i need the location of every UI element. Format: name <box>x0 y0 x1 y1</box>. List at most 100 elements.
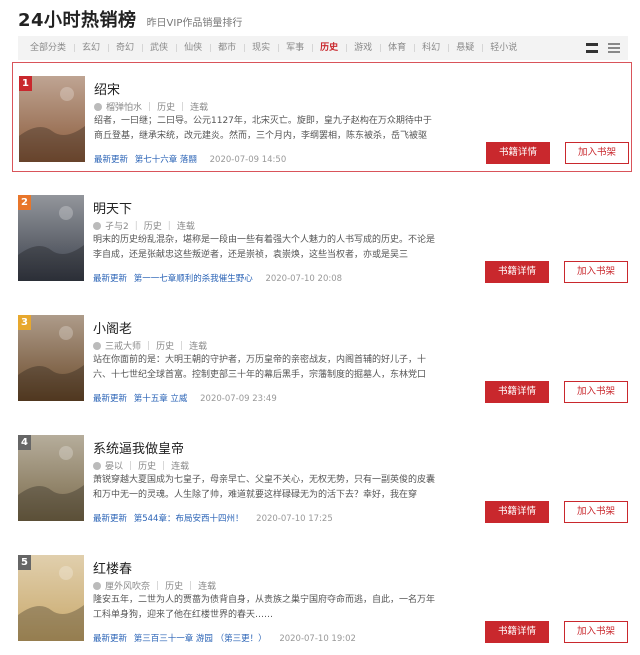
rank-badge: 5 <box>18 555 31 570</box>
update-time: 2020-07-09 14:50 <box>209 155 287 165</box>
category-tab[interactable]: 轻小说 <box>482 36 525 60</box>
book-item[interactable]: 3 小阁老 三戒大师 | 历史 | 连载 站在你面前的是：大明王朝的守护者，万历… <box>12 302 632 412</box>
list-view-icon[interactable] <box>608 43 620 53</box>
book-title[interactable]: 红楼春 <box>93 558 132 577</box>
book-genre[interactable]: 历史 <box>156 339 174 352</box>
add-to-shelf-button[interactable]: 加入书架 <box>564 381 628 403</box>
book-cover[interactable]: 3 <box>18 315 84 401</box>
category-list: 全部分类 玄幻 奇幻 武侠 仙侠 都市 现实 军事 历史 游戏 体育 科幻 悬疑 轻小说 <box>22 36 525 60</box>
book-detail-button[interactable]: 书籍详情 <box>485 501 549 523</box>
category-bar: 全部分类 玄幻 奇幻 武侠 仙侠 都市 现实 军事 历史 游戏 体育 科幻 悬疑 轻小说 <box>18 36 628 60</box>
meta-separator: | <box>189 580 193 591</box>
book-title[interactable]: 绍宋 <box>94 79 120 98</box>
book-title[interactable]: 明天下 <box>93 198 132 217</box>
add-to-shelf-button[interactable]: 加入书架 <box>564 621 628 643</box>
category-tab[interactable]: 全部分类 <box>22 36 74 60</box>
latest-update-label: 最新更新 <box>93 514 128 524</box>
book-item[interactable]: 5 红楼春 厘外风吹奈 | 历史 | 连载 隆安五年，二世为人的贾蔷为债背自身，… <box>12 542 632 652</box>
author-name[interactable]: 厘外风吹奈 <box>105 579 150 592</box>
update-time: 2020-07-10 20:08 <box>265 274 343 284</box>
rank-badge: 3 <box>18 315 31 330</box>
category-tab[interactable]: 都市 <box>210 36 244 60</box>
add-to-shelf-button[interactable]: 加入书架 <box>564 501 628 523</box>
book-genre[interactable]: 历史 <box>157 100 175 113</box>
category-tab[interactable]: 现实 <box>244 36 278 60</box>
rank-badge: 1 <box>19 76 32 91</box>
latest-chapter-link[interactable]: 第七十六章 落翮 <box>135 155 197 165</box>
book-meta: 榴弹怕水 | 历史 | 连载 <box>94 100 208 113</box>
author-icon <box>93 581 101 590</box>
book-meta: 三戒大师 | 历史 | 连载 <box>93 339 207 352</box>
book-detail-button[interactable]: 书籍详情 <box>485 261 549 283</box>
book-status: 连载 <box>176 222 195 232</box>
latest-update: 最新更新 第三百三十一章 游园 （第三更！） 2020-07-10 19:02 <box>93 632 356 644</box>
category-tab[interactable]: 军事 <box>278 36 312 60</box>
meta-separator: | <box>181 101 185 112</box>
meta-separator: | <box>129 460 133 471</box>
book-description: 绍者，一曰继；二曰导。公元1127年，北宋灭亡。旋即，皇九子赵构在万众期待中于商… <box>94 116 432 141</box>
book-genre[interactable]: 历史 <box>144 219 162 232</box>
category-tab[interactable]: 体育 <box>380 36 414 60</box>
book-status: 连载 <box>171 462 190 472</box>
author-icon <box>93 221 101 230</box>
book-title[interactable]: 小阁老 <box>93 318 132 337</box>
latest-update-label: 最新更新 <box>93 394 128 404</box>
category-tab[interactable]: 历史 <box>312 36 346 60</box>
book-cover[interactable]: 5 <box>18 555 84 641</box>
latest-chapter-link[interactable]: 第544章：布局安西十四州！ <box>134 514 244 524</box>
book-item[interactable]: 1 绍宋 榴弹怕水 | 历史 | 连载 绍者，一曰继；二曰导。公元1127年，北… <box>12 62 632 172</box>
latest-update: 最新更新 第十五章 立威 2020-07-09 23:49 <box>93 392 277 404</box>
latest-chapter-link[interactable]: 第三百三十一章 游园 （第三更！） <box>134 634 267 644</box>
meta-separator: | <box>167 220 171 231</box>
grid-view-icon[interactable] <box>586 43 598 53</box>
book-cover[interactable]: 4 <box>18 435 84 521</box>
page-subtitle: 昨日VIP作品销量排行 <box>146 18 243 29</box>
latest-update: 最新更新 第七十六章 落翮 2020-07-09 14:50 <box>94 153 286 165</box>
book-detail-button[interactable]: 书籍详情 <box>485 381 549 403</box>
latest-chapter-link[interactable]: 第一一七章顺利的杀我催生野心 <box>134 274 253 284</box>
category-tab[interactable]: 悬疑 <box>448 36 482 60</box>
book-detail-button[interactable]: 书籍详情 <box>486 142 550 164</box>
update-time: 2020-07-10 17:25 <box>256 514 333 524</box>
add-to-shelf-button[interactable]: 加入书架 <box>564 261 628 283</box>
category-tab[interactable]: 科幻 <box>414 36 448 60</box>
latest-update: 最新更新 第一一七章顺利的杀我催生野心 2020-07-10 20:08 <box>93 272 342 284</box>
meta-separator: | <box>180 340 184 351</box>
author-name[interactable]: 孑与2 <box>105 219 129 232</box>
meta-separator: | <box>156 580 160 591</box>
latest-chapter-link[interactable]: 第十五章 立威 <box>134 394 188 404</box>
book-description: 萧锐穿越大夏国成为七皇子，母亲早亡、父皇不关心，无权无势，只有一副英俊的皮囊和万… <box>93 475 436 500</box>
book-genre[interactable]: 历史 <box>138 459 156 472</box>
book-meta: 晏以 | 历史 | 连载 <box>93 459 189 472</box>
latest-update-label: 最新更新 <box>93 274 128 284</box>
author-name[interactable]: 晏以 <box>105 459 123 472</box>
book-meta: 厘外风吹奈 | 历史 | 连载 <box>93 579 216 592</box>
page-title: 24小时热销榜 <box>18 10 137 31</box>
book-item[interactable]: 4 系统逼我做皇帝 晏以 | 历史 | 连载 萧锐穿越大夏国成为七皇子，母亲早亡… <box>12 422 632 532</box>
add-to-shelf-button[interactable]: 加入书架 <box>565 142 629 164</box>
book-title[interactable]: 系统逼我做皇帝 <box>93 438 184 457</box>
book-description: 明末的历史纷乱混杂，堪称是一段由一些有着强大个人魅力的人书写成的历史。不论是李自… <box>93 235 436 260</box>
book-description: 隆安五年，二世为人的贾蔷为债背自身，从贵族之巢宁国府夺命而逃，自此，一名万年工科… <box>93 595 436 620</box>
category-tab[interactable]: 游戏 <box>346 36 380 60</box>
meta-separator: | <box>162 460 166 471</box>
latest-update: 最新更新 第544章：布局安西十四州！ 2020-07-10 17:25 <box>93 512 333 524</box>
book-status: 连载 <box>198 582 217 592</box>
update-time: 2020-07-10 19:02 <box>279 634 356 644</box>
meta-separator: | <box>147 340 151 351</box>
author-name[interactable]: 三戒大师 <box>105 339 141 352</box>
book-cover[interactable]: 1 <box>19 76 85 162</box>
book-status: 连载 <box>190 103 209 113</box>
book-genre[interactable]: 历史 <box>165 579 183 592</box>
book-cover[interactable]: 2 <box>18 195 84 281</box>
book-item[interactable]: 2 明天下 孑与2 | 历史 | 连载 明末的历史纷乱混杂，堪称是一段由一些有着… <box>12 182 632 292</box>
book-detail-button[interactable]: 书籍详情 <box>485 621 549 643</box>
book-description: 站在你面前的是：大明王朝的守护者，万历皇帝的亲密战友，内阁首辅的好儿子，十六、十… <box>93 355 427 380</box>
author-icon <box>93 461 101 470</box>
category-tab[interactable]: 奇幻 <box>108 36 142 60</box>
rank-badge: 2 <box>18 195 31 210</box>
author-name[interactable]: 榴弹怕水 <box>106 100 142 113</box>
category-tab[interactable]: 仙侠 <box>176 36 210 60</box>
category-tab[interactable]: 玄幻 <box>74 36 108 60</box>
category-tab[interactable]: 武侠 <box>142 36 176 60</box>
